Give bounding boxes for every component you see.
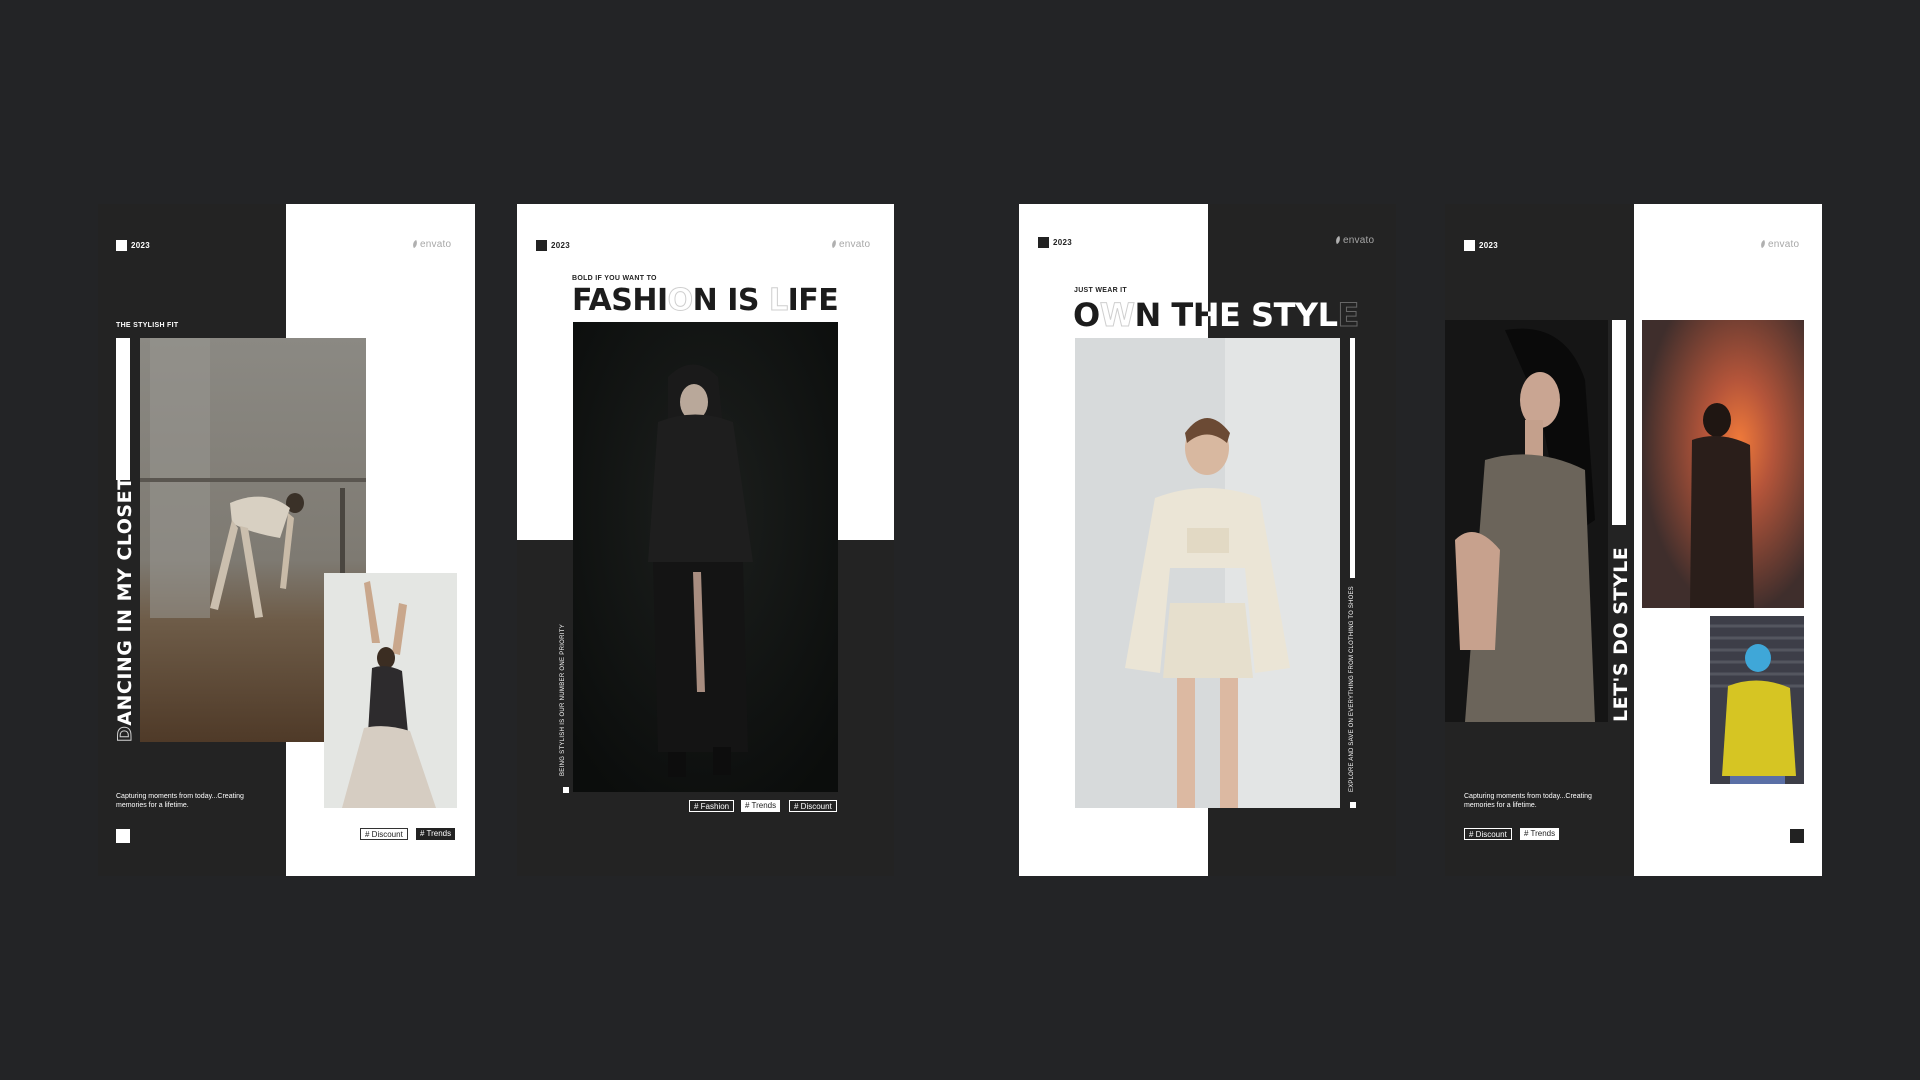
- tag-discount[interactable]: # Discount: [360, 828, 408, 840]
- vertical-tagline: BEING STYLISH IS OUR NUMBER ONE PRIORITY: [560, 623, 566, 776]
- kicker-text: BOLD IF YOU WANT TO: [572, 275, 657, 282]
- envato-leaf-icon: [829, 239, 839, 249]
- footer-square-icon: [116, 829, 130, 843]
- template-card-2[interactable]: 2023 envato BOLD IF YOU WANT TO FASHION …: [517, 204, 894, 876]
- brand-square-icon: [116, 240, 127, 251]
- envato-logo: envato: [1758, 239, 1799, 250]
- envato-leaf-icon: [410, 239, 420, 249]
- tag-trends[interactable]: # Trends: [416, 828, 456, 840]
- cream-outfit-model-photo: [1075, 338, 1340, 808]
- year-label: 2023: [551, 241, 570, 250]
- brand-square-icon: [1038, 237, 1049, 248]
- template-card-1[interactable]: 2023 envato THE STYLISH FIT DANCING IN M…: [98, 204, 475, 876]
- dancer-arms-raised-photo: [324, 573, 457, 808]
- caption-text: Capturing moments from today...Creating …: [1464, 793, 1592, 809]
- envato-logo: envato: [829, 239, 870, 250]
- headline-split-dark: N THE STYL: [1134, 296, 1338, 334]
- woman-profile-photo: [1445, 320, 1608, 722]
- black-hoodie-model-photo: [573, 322, 838, 792]
- caption-text: Capturing moments from today...Creating …: [116, 793, 244, 809]
- footer-square-icon: [563, 787, 569, 793]
- kicker-text: THE STYLISH FIT: [116, 322, 179, 329]
- vertical-title: DANCING IN MY CLOSET: [114, 476, 137, 742]
- year-label: 2023: [131, 241, 150, 250]
- envato-logo: envato: [1333, 235, 1374, 246]
- tag-discount[interactable]: # Discount: [1464, 828, 1512, 840]
- accent-bar: [116, 338, 130, 480]
- year-label: 2023: [1053, 238, 1072, 247]
- tag-trends[interactable]: # Trends: [741, 800, 781, 812]
- accent-bar: [1350, 338, 1355, 578]
- yellow-hoodie-photo: [1710, 616, 1804, 784]
- tag-trends[interactable]: # Trends: [1520, 828, 1560, 840]
- envato-logo: envato: [410, 239, 451, 250]
- headline: FASHION IS LIFE: [572, 283, 839, 319]
- template-card-3[interactable]: 2023 envato JUST WEAR IT OWN THE STYLE O…: [1019, 204, 1396, 876]
- brand-square-icon: [1464, 240, 1475, 251]
- headline: OWN THE STYLE: [1073, 296, 1360, 335]
- kicker-text: JUST WEAR IT: [1074, 287, 1127, 294]
- footer-square-icon: [1350, 802, 1356, 808]
- envato-leaf-icon: [1333, 235, 1343, 245]
- year-label: 2023: [1479, 241, 1498, 250]
- template-card-4[interactable]: 2023 envato LET'S DO STYLE Capturing mom…: [1445, 204, 1822, 876]
- man-orange-light-photo: [1642, 320, 1804, 608]
- footer-square-icon: [1790, 829, 1804, 843]
- vertical-tagline: EXPLORE AND SAVE ON EVERYTHING FROM CLOT…: [1349, 586, 1355, 792]
- envato-leaf-icon: [1758, 239, 1768, 249]
- tag-discount[interactable]: # Discount: [789, 800, 837, 812]
- accent-bar: [1612, 320, 1626, 525]
- tag-fashion[interactable]: # Fashion: [689, 800, 735, 812]
- vertical-title: LET'S DO STYLE: [1610, 546, 1632, 722]
- brand-square-icon: [536, 240, 547, 251]
